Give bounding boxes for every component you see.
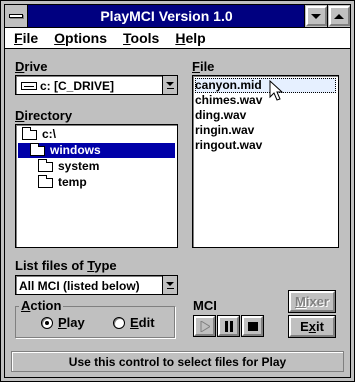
chevron-down-icon [166,281,174,286]
mci-stop-button[interactable] [241,315,264,337]
menu-options[interactable]: Options [47,30,114,46]
status-text: Use this control to select files for Pla… [68,354,287,369]
edit-radio-label[interactable]: Edit [130,315,155,330]
window-frame: PlayMCI Version 1.0 File Options Tools H… [4,4,351,378]
drive-icon [21,82,37,90]
directory-item-windows[interactable]: windows [18,143,175,158]
menu-bar: File Options Tools Help [5,28,350,49]
file-type-dropdown-button[interactable] [162,276,177,294]
mci-play-button[interactable] [193,315,216,337]
file-listbox[interactable]: canyon.mid chimes.wav ding.wav ringin.wa… [192,75,339,248]
file-item[interactable]: canyon.mid [195,78,336,93]
edit-radio[interactable] [113,317,125,329]
maximize-button[interactable] [327,5,350,27]
chevron-down-icon [166,81,174,86]
pause-icon [224,320,233,332]
list-type-label: List files of Type [15,258,117,273]
folder-icon [38,175,53,188]
mci-label: MCI [193,298,217,313]
directory-label: Directory [15,108,73,123]
file-type-value: All MCI (listed below) [19,279,140,293]
play-radio-label[interactable]: Play [58,315,85,330]
mixer-button[interactable]: Mixer [288,290,336,313]
mci-pause-button[interactable] [217,315,240,337]
playmci-window: PlayMCI Version 1.0 File Options Tools H… [0,0,355,382]
file-item[interactable]: ringout.wav [195,138,262,153]
drive-label: Drive [15,59,48,74]
file-label: File [192,59,215,74]
exit-button[interactable]: Exit [288,315,336,338]
directory-item-temp[interactable]: temp [18,175,175,190]
action-label: Action [19,298,64,313]
menu-help[interactable]: Help [168,30,212,46]
file-item[interactable]: ringin.wav [195,123,254,138]
drive-value: c: [C_DRIVE] [40,79,115,93]
minimize-button[interactable] [304,5,327,27]
drive-combobox[interactable]: c: [C_DRIVE] [15,75,178,95]
title-bar[interactable]: PlayMCI Version 1.0 [5,5,350,28]
play-icon [200,320,210,332]
open-folder-icon [22,127,37,140]
file-item[interactable]: ding.wav [195,108,246,123]
file-type-combobox[interactable]: All MCI (listed below) [15,275,178,295]
file-item[interactable]: chimes.wav [195,93,262,108]
menu-tools[interactable]: Tools [116,30,166,46]
open-folder-icon [30,143,45,156]
maximize-icon [334,13,344,19]
play-radio[interactable] [41,317,53,329]
menu-file[interactable]: File [7,30,45,46]
status-bar: Use this control to select files for Pla… [11,351,344,372]
system-menu-button[interactable] [5,5,28,27]
minimize-icon [311,13,321,19]
mouse-cursor-icon [269,80,283,101]
stop-icon [247,321,258,331]
drive-dropdown-button[interactable] [162,76,177,94]
directory-item-root[interactable]: c:\ [18,127,175,142]
window-title: PlayMCI Version 1.0 [100,8,233,24]
directory-listbox[interactable]: c:\ windows system temp [15,124,178,248]
system-menu-icon [9,14,23,18]
folder-icon [38,159,53,172]
directory-item-system[interactable]: system [18,159,175,174]
